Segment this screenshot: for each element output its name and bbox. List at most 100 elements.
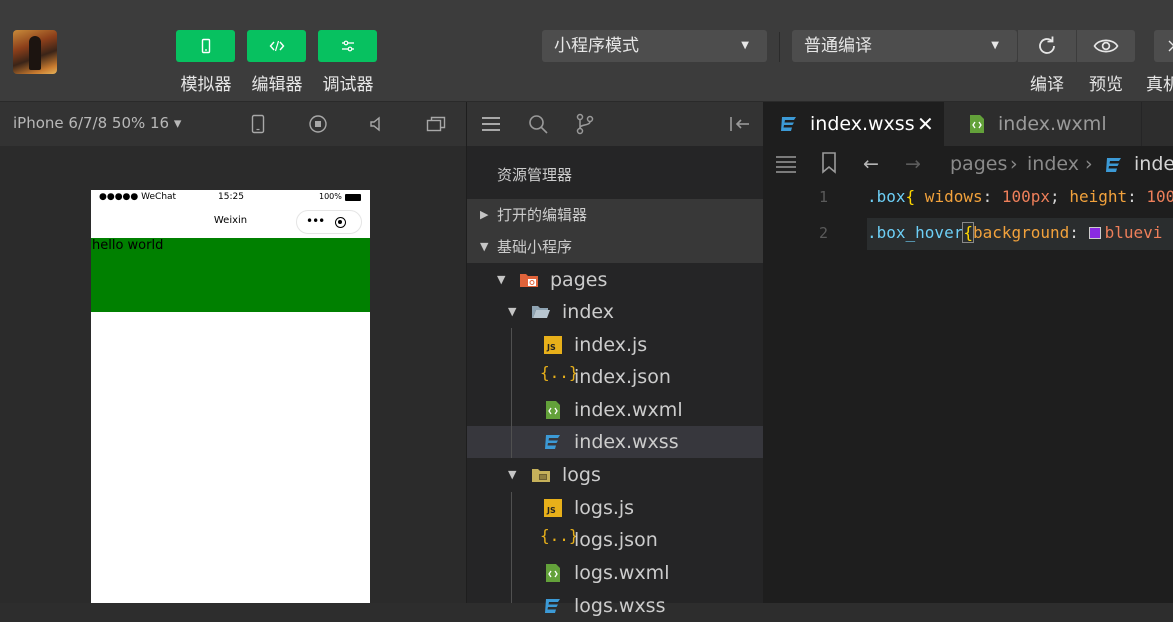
top-toolbar: 模拟器 编辑器 调试器 小程序模式 ▼ 普通编译 ▼ 编译 预览 真机 <box>0 0 1173 102</box>
toolbar-divider <box>779 32 780 62</box>
compile-button[interactable] <box>1018 30 1076 62</box>
battery-icon <box>345 194 361 201</box>
user-avatar[interactable] <box>13 30 57 74</box>
breadcrumb-item[interactable]: pages <box>950 153 1007 175</box>
logs-folder-icon <box>532 469 550 482</box>
compile-mode-value: 普通编译 <box>804 36 872 56</box>
menu-capsule[interactable]: ••• <box>296 210 362 234</box>
more-dots-icon[interactable]: ••• <box>306 214 325 228</box>
code-line-2[interactable]: .box_hover{background: bluevi <box>867 222 1162 243</box>
hello-text: hello world <box>92 238 164 253</box>
list-icon[interactable] <box>480 113 502 135</box>
tree-label: logs <box>562 464 601 486</box>
close-icon[interactable]: ✕ <box>917 102 934 146</box>
phone-screen[interactable]: ●●●●● WeChat 15:25 100% Weixin ••• hello… <box>91 190 370 603</box>
device-select[interactable]: iPhone 6/7/8 50% 16 ▾ <box>13 114 181 132</box>
colon: : <box>982 187 1002 206</box>
json-file-icon: {..} <box>540 526 579 545</box>
simulator-label: 模拟器 <box>180 75 232 95</box>
tree-folder-logs[interactable]: ▼ logs <box>467 459 764 491</box>
status-time: 15:25 <box>218 192 244 202</box>
tab-index-wxml[interactable]: index.wxml <box>945 102 1141 146</box>
debugger-toggle-button[interactable] <box>318 30 377 62</box>
tree-label: pages <box>550 269 608 291</box>
tab-label: index.wxml <box>998 113 1107 135</box>
code-icon <box>269 40 284 52</box>
search-icon[interactable] <box>527 113 549 135</box>
tab-index-wxss[interactable]: index.wxss ✕ <box>763 102 944 146</box>
colon: : <box>1069 223 1089 242</box>
simulator-toolbar: iPhone 6/7/8 50% 16 ▾ <box>0 102 466 146</box>
chevron-down-icon: ▼ <box>741 40 749 51</box>
detach-window-icon[interactable] <box>426 114 446 134</box>
editor-toggle-button[interactable] <box>247 30 306 62</box>
css-selector: .box <box>867 187 906 206</box>
tree-label: index <box>562 301 614 323</box>
breadcrumb-item[interactable]: index <box>1027 153 1079 175</box>
tree-label: index.json <box>574 366 671 388</box>
source-control-icon[interactable] <box>574 113 596 135</box>
explorer-toolbar <box>467 102 764 146</box>
tree-label: logs.wxss <box>574 595 666 617</box>
collapse-panel-icon[interactable] <box>729 113 751 135</box>
explorer-title: 资源管理器 <box>497 166 573 184</box>
debugger-label: 调试器 <box>322 75 374 95</box>
json-file-icon: {..} <box>540 363 579 382</box>
status-battery: 100% <box>319 192 342 201</box>
chevron-right-icon: ▶ <box>480 208 489 221</box>
css-property: background <box>972 223 1070 242</box>
line-number: 1 <box>819 188 829 206</box>
css-value: 100px <box>1001 187 1051 206</box>
mode-select[interactable]: 小程序模式 ▼ <box>542 30 767 62</box>
hover-box[interactable]: hello world <box>91 238 370 312</box>
pages-folder-icon <box>520 274 538 287</box>
wxml-file-icon <box>546 564 560 582</box>
compile-mode-select[interactable]: 普通编译 ▼ <box>792 30 1017 62</box>
forward-arrow-icon[interactable]: → <box>905 153 921 175</box>
editor-tabs: index.wxss ✕ index.wxml <box>763 102 1173 146</box>
wxml-file-icon <box>970 115 984 133</box>
debug-sliders-icon <box>341 40 354 52</box>
chevron-down-icon: ▼ <box>480 240 489 253</box>
wxss-file-icon <box>1106 158 1121 172</box>
code-line-1[interactable]: .box{ widows: 100px; height: 100 <box>867 187 1173 206</box>
record-icon[interactable] <box>308 114 328 134</box>
scan-icon <box>1168 40 1173 52</box>
real-device-debug-button[interactable] <box>1154 30 1173 62</box>
css-value: 100 <box>1146 187 1173 206</box>
css-property: widows <box>915 187 983 206</box>
colon: : <box>1127 187 1147 206</box>
tree-label: logs.json <box>574 529 658 551</box>
bookmark-icon[interactable] <box>821 152 837 174</box>
section-project[interactable]: ▼ 基础小程序 <box>467 231 764 263</box>
mode-select-value: 小程序模式 <box>554 36 639 56</box>
volume-icon[interactable] <box>367 114 387 134</box>
section-open-editors[interactable]: ▶ 打开的编辑器 <box>467 199 764 231</box>
breadcrumb-item[interactable]: inde <box>1134 153 1173 175</box>
javascript-file-icon: JS <box>544 336 562 354</box>
chevron-down-icon: ▼ <box>508 305 517 318</box>
folder-open-icon <box>532 306 550 318</box>
refresh-icon <box>1039 36 1055 54</box>
chevron-down-icon: ▼ <box>497 273 506 286</box>
wxss-file-icon <box>545 435 560 449</box>
phone-status-bar: ●●●●● WeChat 15:25 100% <box>91 190 370 206</box>
tree-folder-index[interactable]: ▼ index <box>467 296 764 328</box>
brace: { <box>905 187 916 206</box>
preview-label: 预览 <box>1089 75 1123 95</box>
tree-folder-pages[interactable]: ▼ pages <box>467 264 764 296</box>
simulator-toggle-button[interactable] <box>176 30 235 62</box>
outline-list-icon[interactable] <box>775 155 797 173</box>
wxml-file-icon <box>546 401 560 419</box>
device-rotate-icon[interactable] <box>248 114 268 134</box>
close-miniprogram-icon[interactable] <box>335 217 346 228</box>
status-carrier: ●●●●● WeChat <box>99 192 177 202</box>
section-open-editors-label: 打开的编辑器 <box>497 206 588 224</box>
color-swatch[interactable] <box>1088 227 1101 239</box>
preview-button[interactable] <box>1077 30 1135 62</box>
tree-label: index.wxss <box>574 431 679 453</box>
brace: { <box>962 222 974 243</box>
chevron-down-icon: ▼ <box>508 468 517 481</box>
back-arrow-icon[interactable]: ← <box>863 153 879 175</box>
tree-indent-guide <box>511 328 512 458</box>
